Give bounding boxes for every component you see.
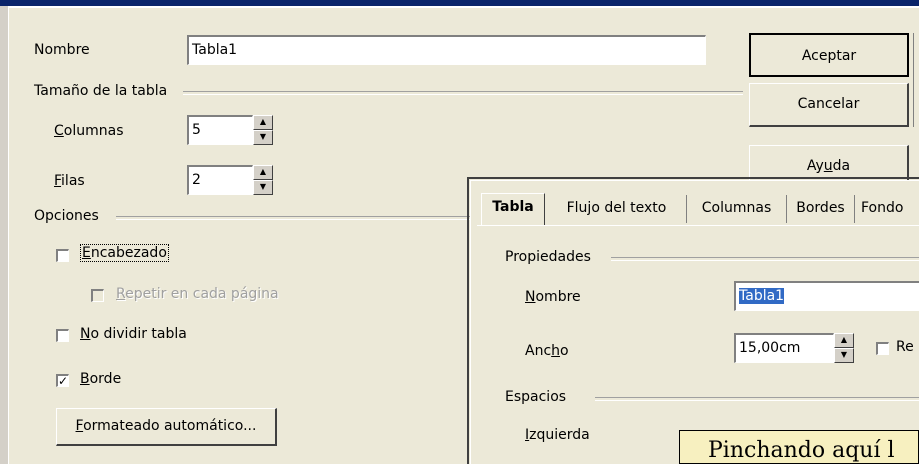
header-checkbox[interactable] xyxy=(56,249,69,262)
width-label: Ancho xyxy=(525,343,569,359)
border-label-text: orde xyxy=(89,371,122,387)
columns-spinner[interactable]: ▲ ▼ xyxy=(253,115,273,145)
table-size-group-line xyxy=(183,91,743,95)
tab-borders-label: Bordes xyxy=(796,200,845,216)
rows-value: 2 xyxy=(192,172,201,188)
tab-background-label: Fondo xyxy=(861,200,904,216)
prop-name-value: Tabla1 xyxy=(739,288,785,304)
no-split-mnemonic: N xyxy=(80,326,91,342)
annotation-callout: Pinchando aquí l xyxy=(679,430,919,464)
options-group-line xyxy=(116,216,476,220)
header-mnemonic: E xyxy=(82,245,91,261)
spacing-group-line xyxy=(595,397,919,401)
right-edge-fragment xyxy=(913,33,919,127)
spin-down-icon[interactable]: ▼ xyxy=(834,348,854,363)
autoformat-mnemonic: F xyxy=(75,418,84,434)
tab-borders[interactable]: Bordes xyxy=(787,195,855,223)
width-mnemonic: h xyxy=(551,343,561,359)
window-left-border xyxy=(0,6,8,464)
tab-text-flow[interactable]: Flujo del texto xyxy=(547,195,687,223)
tab-background[interactable]: Fondo xyxy=(855,195,919,223)
width-value: 15,00cm xyxy=(739,340,801,356)
spin-up-icon[interactable]: ▲ xyxy=(253,115,273,130)
spin-down-icon[interactable]: ▼ xyxy=(253,180,273,195)
prop-name-label-text: ombre xyxy=(535,289,581,305)
repeat-label-text: epetir en cada página xyxy=(125,286,279,302)
border-label[interactable]: Borde xyxy=(80,371,121,387)
options-group-label: Opciones xyxy=(34,208,99,224)
cancel-button[interactable]: Cancelar xyxy=(749,83,909,127)
rows-input[interactable]: 2 xyxy=(187,165,253,195)
columns-mnemonic: C xyxy=(54,123,64,139)
ok-button-label: Aceptar xyxy=(801,48,857,64)
repeat-heading-label: Repetir en cada página xyxy=(116,286,279,302)
spacing-group-label: Espacios xyxy=(505,389,567,405)
columns-label-text: olumnas xyxy=(63,123,124,139)
table-properties-dialog: Tabla Flujo del texto Columnas Bordes Fo… xyxy=(470,180,919,464)
header-label[interactable]: Encabezado xyxy=(80,244,169,262)
tab-columns-label: Columnas xyxy=(701,200,772,216)
relative-label[interactable]: Re xyxy=(896,339,914,355)
ok-button[interactable]: Aceptar xyxy=(749,33,909,77)
tab-columns[interactable]: Columnas xyxy=(687,195,787,223)
properties-group-line xyxy=(611,257,919,261)
rows-label: Filas xyxy=(54,173,85,189)
tab-table[interactable]: Tabla xyxy=(481,193,545,225)
window-left-highlight xyxy=(8,6,9,464)
tab-baseline xyxy=(477,225,919,228)
tab-table-label: Tabla xyxy=(492,199,534,215)
table-name-input[interactable]: Tabla1 xyxy=(187,35,706,65)
help-label-start: Ay xyxy=(806,158,824,174)
relative-checkbox[interactable] xyxy=(876,342,889,355)
width-label-end: o xyxy=(560,343,569,359)
tab-text-flow-label: Flujo del texto xyxy=(566,200,667,216)
help-mnemonic: u xyxy=(823,158,833,174)
header-label-text: ncabezado xyxy=(90,245,167,261)
prop-name-label: Nombre xyxy=(525,289,581,305)
columns-input[interactable]: 5 xyxy=(187,115,253,145)
properties-group-label: Propiedades xyxy=(505,249,591,265)
table-size-group-label: Tamaño de la tabla xyxy=(34,83,168,99)
border-checkbox[interactable]: ✓ xyxy=(56,374,69,387)
columns-label: Columnas xyxy=(54,123,124,139)
rows-spinner[interactable]: ▲ ▼ xyxy=(253,165,273,195)
callout-text: Pinchando aquí l xyxy=(708,438,895,463)
cancel-button-label: Cancelar xyxy=(797,96,860,112)
spin-up-icon[interactable]: ▲ xyxy=(253,165,273,180)
left-label-text: zquierda xyxy=(529,427,590,443)
width-input[interactable]: 15,00cm xyxy=(734,333,834,363)
prop-name-input[interactable]: Tabla1 xyxy=(734,281,919,311)
columns-value: 5 xyxy=(192,122,201,138)
table-name-value: Tabla1 xyxy=(192,42,238,58)
width-label-start: Anc xyxy=(525,343,552,359)
spin-down-icon[interactable]: ▼ xyxy=(253,130,273,145)
no-split-checkbox[interactable] xyxy=(56,329,69,342)
rows-mnemonic: F xyxy=(54,173,62,189)
prop-name-mnemonic: N xyxy=(525,289,536,305)
autoformat-label: ormateado automático... xyxy=(83,418,257,434)
checkmark-icon: ✓ xyxy=(58,374,69,388)
autoformat-button[interactable]: Formateado automático... xyxy=(56,408,277,446)
no-split-label[interactable]: No dividir tabla xyxy=(80,326,187,342)
repeat-heading-checkbox xyxy=(91,289,104,302)
border-mnemonic: B xyxy=(80,371,90,387)
no-split-label-text: o dividir tabla xyxy=(90,326,187,342)
name-label: Nombre xyxy=(34,42,90,58)
rows-label-text: ilas xyxy=(61,173,85,189)
repeat-mnemonic: R xyxy=(116,286,126,302)
help-label-end: da xyxy=(832,158,851,174)
window-frame-highlight xyxy=(0,6,919,8)
width-spinner[interactable]: ▲ ▼ xyxy=(834,333,854,363)
spin-up-icon[interactable]: ▲ xyxy=(834,333,854,348)
left-spacing-label: Izquierda xyxy=(525,427,590,443)
